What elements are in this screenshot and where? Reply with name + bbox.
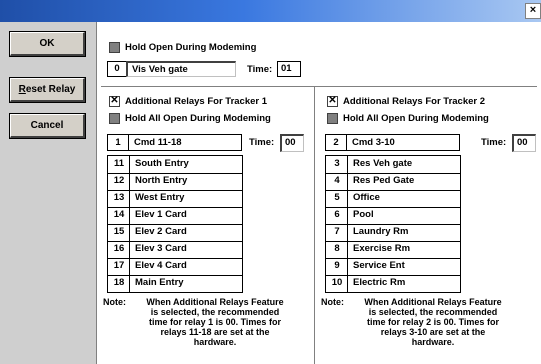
tracker2-relay-list: 3 Res Veh gate 4 Res Ped Gate 5 Office 6 Poo… [325, 155, 461, 293]
tracker2-note: Note: When Additional Relays Feature is … [321, 297, 502, 347]
list-item[interactable]: 6 Pool [326, 207, 460, 222]
hold-open-label: Hold Open During Modeming [125, 42, 257, 53]
section-divider [101, 86, 537, 87]
cancel-button[interactable]: Cancel [10, 114, 85, 138]
list-item[interactable]: 18 Main Entry [108, 275, 242, 290]
close-icon: × [529, 4, 537, 16]
tracker1-relay-number: 1 [107, 134, 129, 151]
list-item[interactable]: 11 South Entry [108, 156, 242, 171]
list-item[interactable]: 10 Electric Rm [326, 275, 460, 290]
list-item[interactable]: 13 West Entry [108, 190, 242, 205]
tracker2-relay-name: Cmd 3-10 [346, 134, 460, 151]
relay-settings-area: Hold Open During Modeming 0 Vis Veh gate… [97, 22, 541, 364]
time-input[interactable]: 01 [277, 61, 301, 77]
tracker1-time-input[interactable]: 00 [280, 134, 304, 152]
additional-relays-tracker2-checkbox[interactable]: ✕ [327, 96, 338, 107]
tracker2-relay-number: 2 [325, 134, 347, 151]
list-item[interactable]: 12 North Entry [108, 173, 242, 188]
tracker2-time-input[interactable]: 00 [512, 134, 536, 152]
list-item[interactable]: 14 Elev 1 Card [108, 207, 242, 222]
list-item[interactable]: 16 Elev 3 Card [108, 241, 242, 256]
tracker2-time-label: Time: [481, 137, 507, 148]
hold-all-open-tracker1-checkbox[interactable] [109, 113, 120, 124]
list-item[interactable]: 4 Res Ped Gate [326, 173, 460, 188]
list-item[interactable]: 15 Elev 2 Card [108, 224, 242, 239]
tracker1-relay-list: 11 South Entry 12 North Entry 13 West Entry… [107, 155, 243, 293]
tracker1-time-label: Time: [249, 137, 275, 148]
hold-all-open-tracker1-label: Hold All Open During Modeming [125, 113, 271, 124]
list-item[interactable]: 3 Res Veh gate [326, 156, 460, 171]
relay-name-input[interactable]: Vis Veh gate [126, 61, 236, 77]
title-bar: × [0, 0, 541, 22]
ok-button[interactable]: OK [10, 32, 85, 56]
list-item[interactable]: 9 Service Ent [326, 258, 460, 273]
hold-all-open-tracker2-checkbox[interactable] [327, 113, 338, 124]
hold-open-checkbox[interactable] [109, 42, 120, 53]
relay-number-field: 0 [107, 61, 127, 77]
list-item[interactable]: 5 Office [326, 190, 460, 205]
check-icon: ✕ [328, 95, 337, 106]
list-item[interactable]: 8 Exercise Rm [326, 241, 460, 256]
hold-all-open-tracker2-label: Hold All Open During Modeming [343, 113, 489, 124]
time-label: Time: [247, 64, 273, 75]
button-panel: OK Reset Relay Cancel [0, 22, 97, 364]
tracker1-note: Note: When Additional Relays Feature is … [103, 297, 284, 347]
list-item[interactable]: 17 Elev 4 Card [108, 258, 242, 273]
check-icon: ✕ [110, 95, 119, 106]
additional-relays-tracker1-checkbox[interactable]: ✕ [109, 96, 120, 107]
close-button[interactable]: × [525, 3, 541, 19]
additional-relays-tracker2-label: Additional Relays For Tracker 2 [343, 96, 486, 107]
tracker1-relay-name: Cmd 11-18 [128, 134, 242, 151]
additional-relays-tracker1-label: Additional Relays For Tracker 1 [125, 96, 268, 107]
column-divider [314, 86, 315, 364]
list-item[interactable]: 7 Laundry Rm [326, 224, 460, 239]
reset-relay-button[interactable]: Reset Relay [10, 78, 85, 102]
